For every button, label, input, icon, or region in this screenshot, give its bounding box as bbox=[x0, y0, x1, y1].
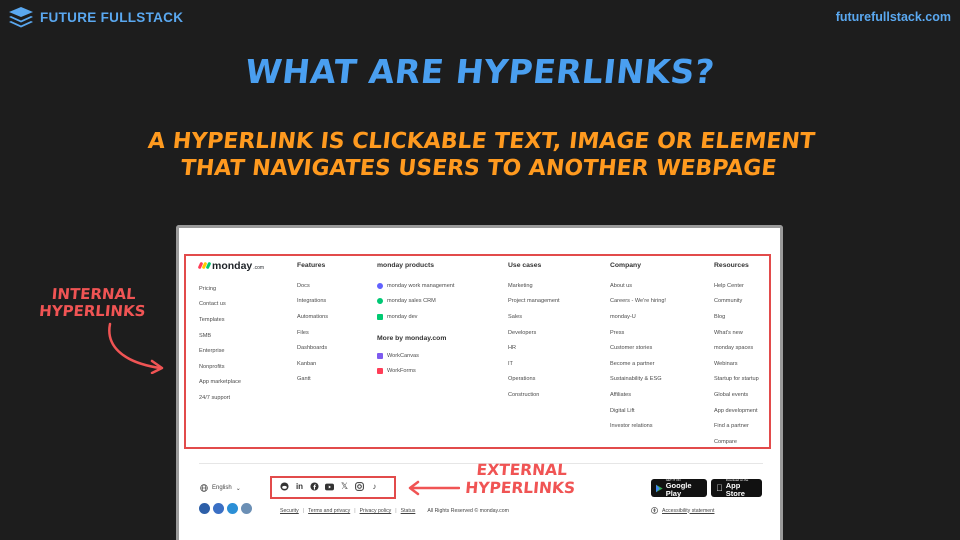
google-play-icon bbox=[656, 484, 663, 492]
legal-link[interactable]: Security bbox=[280, 508, 299, 514]
slide-title: WHAT ARE HYPERLINKS? bbox=[243, 52, 717, 91]
google-play-button[interactable]: GET IT ON Google Play bbox=[651, 478, 707, 498]
subtitle-line-2: THAT NAVIGATES USERS TO ANOTHER WEBPAGE bbox=[179, 156, 778, 181]
badge-icon bbox=[227, 503, 238, 514]
separator: | bbox=[395, 508, 397, 514]
internal-hyperlinks-label: INTERNAL HYPERLINKS bbox=[38, 285, 147, 320]
external-hyperlinks-label: EXTERNAL HYPERLINKS bbox=[464, 461, 576, 497]
certification-badges bbox=[199, 503, 252, 514]
accessibility-icon bbox=[651, 507, 658, 514]
apple-icon:  bbox=[716, 483, 723, 493]
chevron-down-icon: ⌄ bbox=[235, 485, 241, 492]
separator: | bbox=[302, 508, 305, 514]
app-store-big: App Store bbox=[719, 482, 755, 498]
legal-link[interactable]: Terms and privacy bbox=[308, 508, 350, 514]
badge-icon bbox=[241, 503, 252, 514]
subtitle-line-1: A HYPERLINK IS CLICKABLE TEXT, IMAGE OR … bbox=[146, 129, 817, 154]
internal-links-highlight bbox=[184, 254, 771, 449]
external-links-highlight bbox=[270, 476, 396, 499]
brand[interactable]: FUTURE FULLSTACK bbox=[8, 6, 183, 28]
copyright-text: All Rights Reserved © monday.com bbox=[427, 508, 509, 514]
legal-link[interactable]: Privacy policy bbox=[360, 508, 392, 514]
accessibility-link[interactable]: Accessibility statement bbox=[651, 507, 714, 514]
language-label: English bbox=[212, 485, 232, 491]
separator: | bbox=[354, 508, 356, 514]
internal-arrow-icon bbox=[108, 322, 164, 374]
language-selector[interactable]: English ⌄ bbox=[200, 484, 241, 492]
app-store-button[interactable]:  Download on the App Store bbox=[711, 478, 762, 498]
badge-icon bbox=[213, 503, 224, 514]
accessibility-label: Accessibility statement bbox=[662, 507, 715, 514]
external-arrow-icon bbox=[408, 480, 460, 496]
badge-icon bbox=[199, 503, 210, 514]
site-url[interactable]: futurefullstack.com bbox=[836, 10, 951, 24]
layers-icon bbox=[8, 6, 34, 28]
google-play-big: Google Play bbox=[665, 481, 692, 498]
legal-links: Security | Terms and privacy | Privacy p… bbox=[280, 508, 509, 514]
slide-subtitle: A HYPERLINK IS CLICKABLE TEXT, IMAGE OR … bbox=[0, 128, 960, 182]
globe-icon bbox=[200, 484, 208, 492]
brand-name: FUTURE FULLSTACK bbox=[40, 9, 184, 25]
legal-link[interactable]: Status bbox=[401, 508, 416, 514]
